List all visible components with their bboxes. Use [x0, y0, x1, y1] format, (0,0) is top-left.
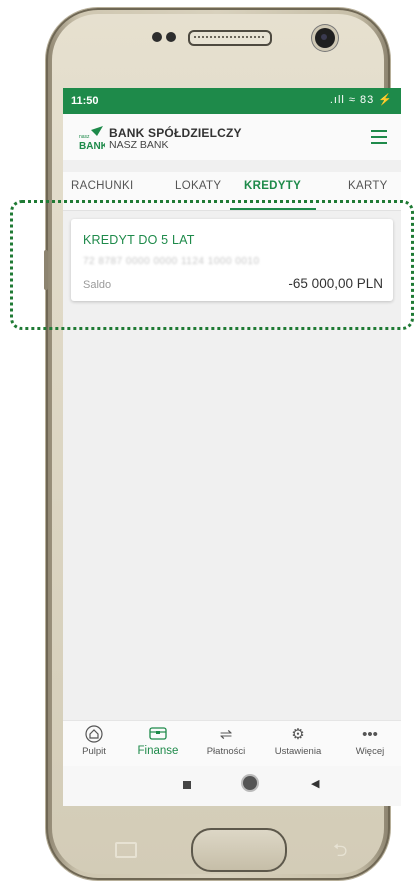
hardware-home-button	[191, 828, 287, 872]
hardware-recent-icon	[115, 842, 137, 858]
nav-ustawienia[interactable]: ⚙ Ustawienia	[267, 725, 329, 757]
hardware-back-icon: ⮌	[333, 840, 348, 860]
status-bar: 11:50 .ıll ≈ 83 ⚡	[63, 88, 401, 114]
front-camera	[315, 28, 335, 48]
nav-label: Więcej	[355, 746, 385, 757]
hamburger-menu-icon[interactable]	[371, 130, 387, 144]
status-time: 11:50	[71, 95, 99, 107]
nav-label: Płatności	[206, 746, 246, 757]
bank-logo-icon: nasz BANK	[79, 126, 105, 152]
status-icons: .ıll ≈ 83 ⚡	[329, 94, 393, 106]
logo-big-text: BANK	[79, 141, 105, 152]
tab-kredyty[interactable]: KREDYTY	[244, 180, 301, 192]
nav-label: Ustawienia	[274, 746, 322, 757]
phone-speaker	[188, 30, 272, 46]
tab-lokaty[interactable]: LOKATY	[175, 180, 221, 192]
tab-karty[interactable]: KARTY	[348, 180, 388, 192]
loan-card-highlight	[10, 200, 414, 330]
nav-pulpit[interactable]: Pulpit	[63, 725, 125, 757]
more-dots-icon: •••	[362, 726, 378, 743]
nav-finanse[interactable]: Finanse	[127, 725, 189, 757]
logo-small-text: nasz	[79, 134, 90, 140]
transfer-arrows-icon: ⇌	[219, 726, 233, 743]
sensor-dot	[166, 32, 176, 42]
recent-apps-icon[interactable]	[183, 781, 191, 789]
back-triangle-icon[interactable]: ◀	[311, 777, 319, 790]
sensor-dot	[152, 32, 162, 42]
tab-rachunki[interactable]: RACHUNKI	[71, 180, 133, 192]
hardware-buttons: ⮌	[63, 806, 401, 876]
wallet-icon	[127, 725, 189, 745]
gear-icon: ⚙	[291, 726, 305, 743]
home-icon	[63, 725, 125, 745]
bank-subtitle: NASZ BANK	[109, 139, 169, 151]
bottom-navigation: Pulpit Finanse ⇌ Płatności ⚙ Ustawienia …	[63, 720, 401, 767]
nav-wiecej[interactable]: ••• Więcej	[339, 725, 401, 757]
nav-label: Finanse	[137, 745, 179, 757]
nav-label: Pulpit	[82, 746, 106, 757]
bank-name: BANK SPÓŁDZIELCZY	[109, 126, 242, 140]
system-navigation-bar: ◀	[63, 766, 401, 806]
home-circle-icon[interactable]	[243, 776, 257, 790]
app-header: nasz BANK BANK SPÓŁDZIELCZY NASZ BANK	[63, 114, 401, 160]
app-screen: 11:50 .ıll ≈ 83 ⚡ nasz BANK BANK SPÓŁDZI…	[63, 88, 401, 806]
nav-platnosci[interactable]: ⇌ Płatności	[195, 725, 257, 757]
